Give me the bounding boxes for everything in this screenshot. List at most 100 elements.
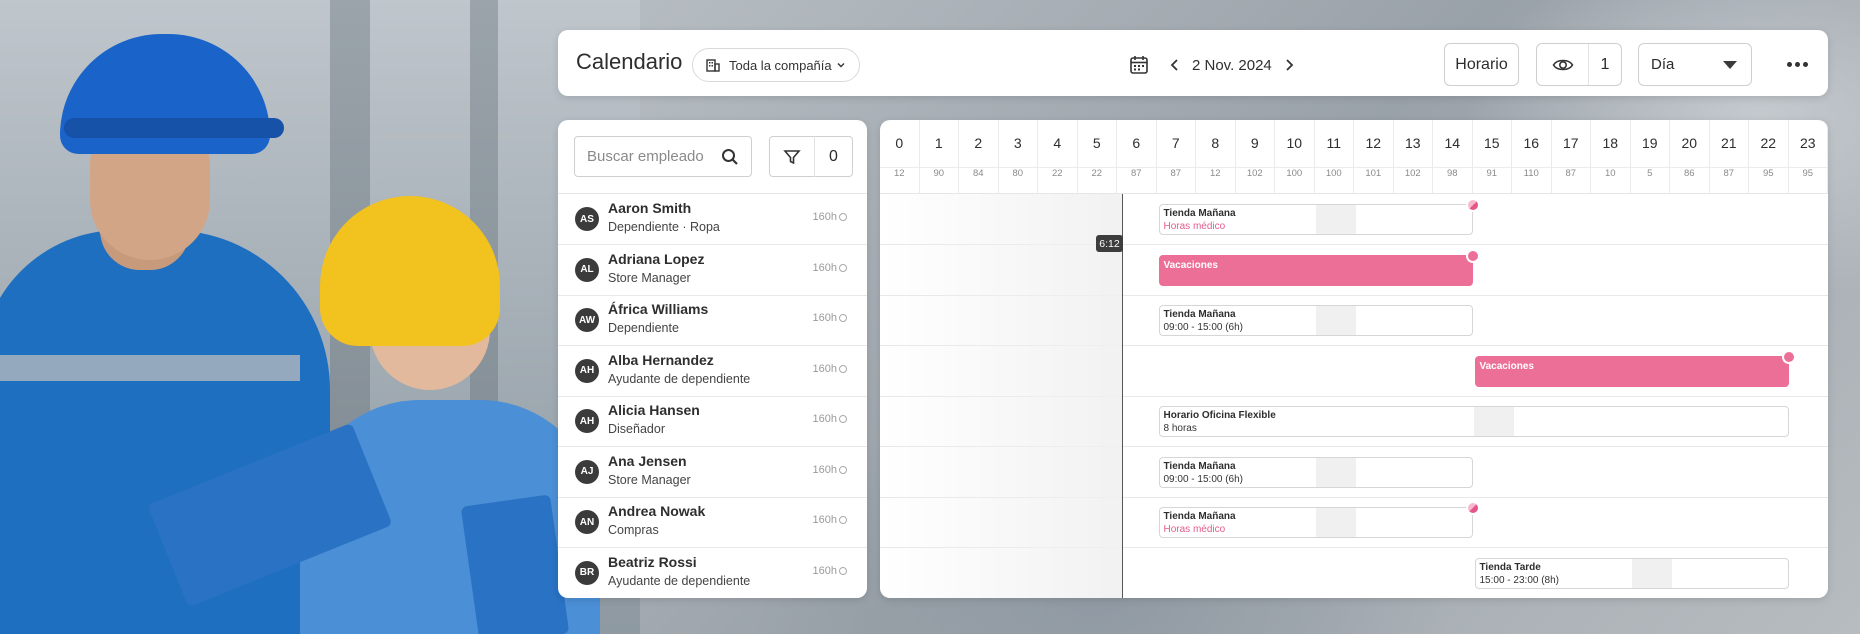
schedule-button[interactable]: Horario xyxy=(1444,43,1519,86)
hour-column: 0 12 xyxy=(880,120,920,194)
search-placeholder: Buscar empleado xyxy=(587,148,704,165)
employee-hours: 160h xyxy=(813,464,847,476)
employee-row[interactable]: AS Aaron Smith Dependiente · Ropa 160h xyxy=(558,194,867,245)
employee-name: Alba Hernandez xyxy=(608,351,714,368)
employee-toolbar: Buscar empleado 0 xyxy=(558,120,867,194)
filter-button[interactable]: 0 xyxy=(769,136,853,177)
hours-value: 160h xyxy=(812,312,837,324)
hour-label: 22 xyxy=(1760,135,1777,151)
search-input[interactable]: Buscar empleado xyxy=(574,136,752,177)
shift-block[interactable]: Tienda Tarde 15:00 - 23:00 (8h) xyxy=(1474,557,1789,589)
employee-role: Store Manager xyxy=(608,270,691,285)
employee-name: África Williams xyxy=(608,301,709,317)
hour-label: 2 xyxy=(974,135,983,151)
employee-row[interactable]: AH Alba Hernandez Ayudante de dependiente 1… xyxy=(558,346,867,397)
hours-value: 160h xyxy=(812,211,837,223)
vacation-block[interactable]: Vacaciones xyxy=(1158,254,1473,286)
break-segment xyxy=(1315,457,1356,487)
hour-column: 23 95 xyxy=(1789,120,1828,194)
hour-count: 12 xyxy=(1209,168,1221,179)
filter-count: 0 xyxy=(814,136,852,177)
employee-row[interactable]: AH Alicia Hansen Diseñador 160h xyxy=(558,396,867,447)
shift-title: Vacaciones xyxy=(1479,360,1534,372)
shift-block[interactable]: Horario Oficina Flexible 8 horas xyxy=(1158,406,1789,437)
calendar-icon[interactable] xyxy=(1128,54,1150,76)
employee-role: Dependiente · Ropa xyxy=(608,220,720,234)
employee-role: Store Manager xyxy=(608,472,691,487)
shift-block[interactable]: Tienda Mañana 09:00 - 15:00 (6h) xyxy=(1158,456,1473,488)
employee-row[interactable]: AL Adriana Lopez Store Manager 160h xyxy=(558,245,867,296)
chevron-right-icon[interactable] xyxy=(1282,58,1296,72)
eye-icon[interactable] xyxy=(1537,44,1589,85)
hour-count: 87 xyxy=(1170,168,1182,179)
partial-absence-icon[interactable] xyxy=(1465,501,1480,515)
current-date: 2 Nov. 2024 xyxy=(1192,56,1272,74)
hour-label: 15 xyxy=(1483,135,1500,151)
shift-block[interactable]: Tienda Mañana 09:00 - 15:00 (6h) xyxy=(1158,305,1473,336)
employee-row[interactable]: AW África Williams Dependiente 160h xyxy=(558,295,867,346)
clock-icon xyxy=(839,415,847,423)
partial-absence-icon[interactable] xyxy=(1465,198,1480,212)
hour-count: 10 xyxy=(1604,168,1616,179)
hour-label: 21 xyxy=(1720,135,1737,151)
hour-column: 8 12 xyxy=(1196,120,1236,194)
search-icon xyxy=(722,149,738,165)
avatar: AJ xyxy=(575,459,599,484)
break-segment xyxy=(1315,508,1356,537)
shift-title: Tienda Mañana xyxy=(1163,208,1236,219)
hour-count: 87 xyxy=(1565,168,1577,179)
avatar: AL xyxy=(575,257,599,282)
hour-column: 20 86 xyxy=(1670,120,1710,194)
hour-column: 2 84 xyxy=(959,120,999,194)
chevron-left-icon[interactable] xyxy=(1168,58,1182,72)
vacation-block[interactable]: Vacaciones xyxy=(1474,355,1789,387)
shift-title: Tienda Mañana xyxy=(1163,309,1236,320)
absence-icon[interactable] xyxy=(1781,349,1796,364)
employee-row[interactable]: BR Beatriz Rossi Ayudante de dependiente 16… xyxy=(558,548,867,598)
shift-detail: 09:00 - 15:00 (6h) xyxy=(1163,473,1244,485)
hour-count: 22 xyxy=(1051,168,1063,179)
hour-label: 1 xyxy=(934,135,943,151)
employee-row[interactable]: AJ Ana Jensen Store Manager 160h xyxy=(558,447,867,498)
hour-count: 90 xyxy=(933,168,945,179)
hour-column: 3 80 xyxy=(999,120,1038,194)
company-selector[interactable]: Toda la compañía xyxy=(692,48,860,82)
clock-icon xyxy=(839,263,847,272)
hour-count: 80 xyxy=(1012,168,1024,179)
current-time-line xyxy=(1122,194,1123,598)
calendar-header: Calendario Toda la compañía 2 Nov. 2024 xyxy=(558,30,1828,96)
shift-block[interactable]: Tienda Mañana Horas médico xyxy=(1158,204,1473,235)
more-options-icon[interactable] xyxy=(1780,51,1814,77)
view-selector[interactable]: Día xyxy=(1638,43,1752,86)
shift-title: Vacaciones xyxy=(1163,259,1218,271)
date-navigator: 2 Nov. 2024 xyxy=(1128,48,1296,82)
hours-value: 160h xyxy=(812,514,837,526)
break-segment xyxy=(1315,205,1356,234)
avatar: AN xyxy=(575,510,599,534)
hour-column: 18 10 xyxy=(1591,120,1631,194)
current-time-label: 6:12 xyxy=(1096,235,1123,252)
employee-row[interactable]: AN Andrea Nowak Compras 160h xyxy=(558,497,867,548)
avatar: BR xyxy=(575,560,599,585)
absence-icon[interactable] xyxy=(1465,248,1480,263)
hour-header: 0 12 1 90 2 84 3 80 4 22 5 22 6 87 7 87 8 12 9 102 10 100 11 10… xyxy=(880,120,1828,194)
hour-label: 18 xyxy=(1602,135,1619,151)
hours-value: 160h xyxy=(812,261,837,274)
hour-column: 4 22 xyxy=(1038,120,1078,194)
hour-column: 10 100 xyxy=(1275,120,1315,194)
employee-name: Aaron Smith xyxy=(608,200,692,216)
hour-column: 5 22 xyxy=(1078,120,1117,194)
visibility-toggle[interactable]: 1 xyxy=(1536,43,1622,86)
past-time-overlay xyxy=(880,194,1122,598)
hours-value: 160h xyxy=(812,564,837,577)
view-label: Día xyxy=(1651,56,1675,73)
hour-label: 17 xyxy=(1562,135,1579,151)
hour-label: 3 xyxy=(1013,135,1022,151)
hour-label: 9 xyxy=(1250,135,1259,151)
shift-block[interactable]: Tienda Mañana Horas médico xyxy=(1158,507,1473,538)
hour-label: 23 xyxy=(1799,135,1816,151)
hour-count: 22 xyxy=(1091,168,1103,179)
hour-column: 19 5 xyxy=(1631,120,1670,194)
hour-label: 11 xyxy=(1326,135,1342,151)
shift-detail: 09:00 - 15:00 (6h) xyxy=(1163,322,1244,333)
